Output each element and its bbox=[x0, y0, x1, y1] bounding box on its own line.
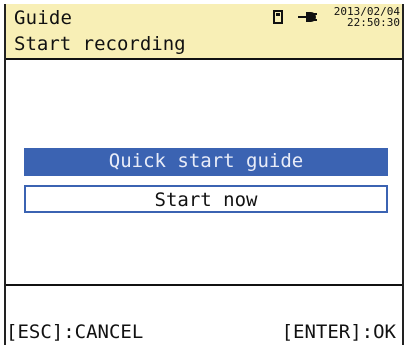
sd-card-icon bbox=[273, 10, 283, 24]
window-title: Guide bbox=[14, 7, 73, 29]
device-screen: Guide 2013/02/04 22:50:30 Start recordin… bbox=[4, 4, 404, 345]
time-text: 22:50:30 bbox=[347, 16, 400, 29]
menu-item-quick-start-guide[interactable]: Quick start guide bbox=[24, 148, 388, 176]
screen-subtitle: Start recording bbox=[14, 33, 186, 55]
datetime-display: 2013/02/04 22:50:30 bbox=[326, 6, 400, 28]
ac-power-plug-icon bbox=[298, 12, 317, 22]
menu-item-start-now[interactable]: Start now bbox=[24, 185, 388, 213]
subtitle-bar: Start recording bbox=[6, 31, 402, 60]
footer-bar: [ESC]:CANCEL [ENTER]:OK bbox=[6, 286, 402, 345]
ok-key-hint[interactable]: [ENTER]:OK bbox=[282, 321, 396, 343]
status-bar: Guide 2013/02/04 22:50:30 bbox=[6, 4, 402, 31]
cancel-key-hint[interactable]: [ESC]:CANCEL bbox=[6, 321, 143, 343]
menu-list: Quick start guide Start now bbox=[6, 60, 402, 286]
